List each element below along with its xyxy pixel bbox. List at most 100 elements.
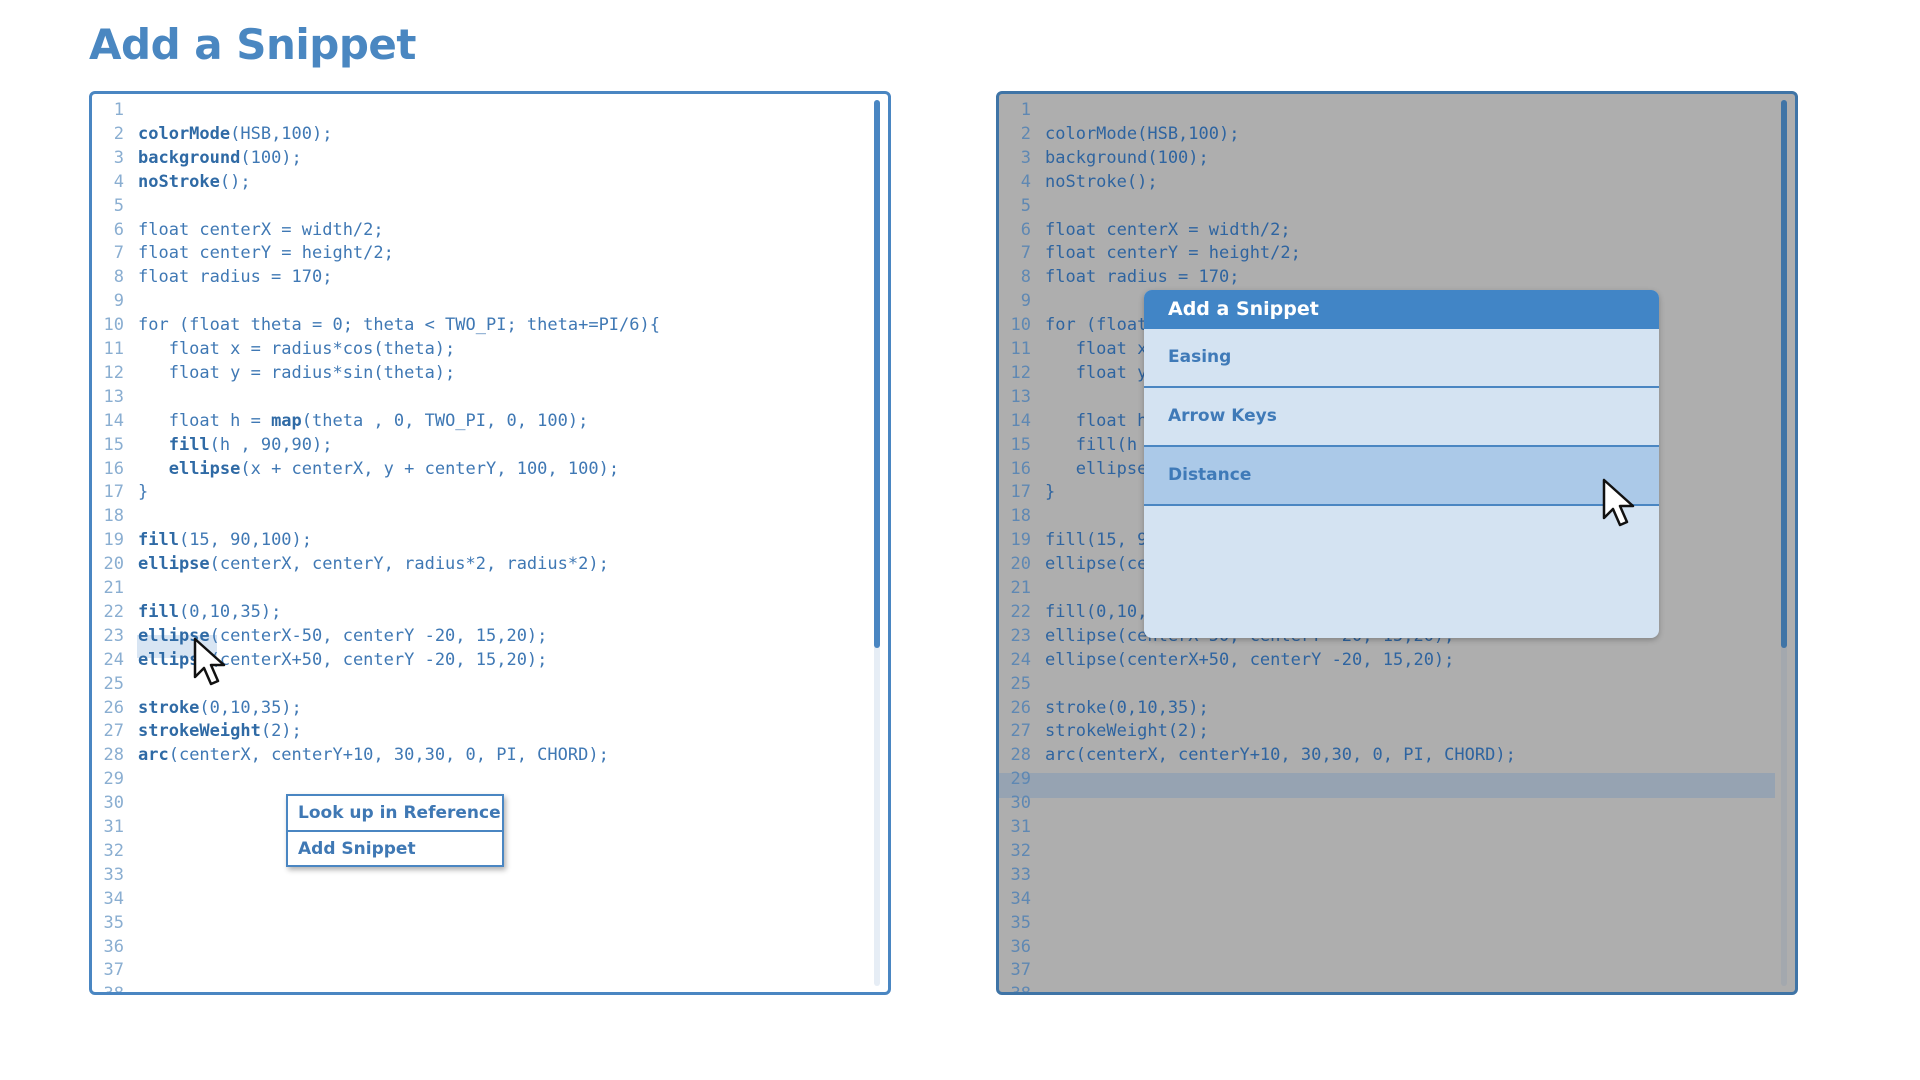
code-text[interactable]: } (138, 480, 148, 504)
line-number: 15 (103, 434, 124, 455)
line-number: 34 (1010, 888, 1031, 909)
code-text[interactable]: float centerX = width/2; (1045, 218, 1291, 242)
code-text[interactable]: arc(centerX, centerY+10, 30,30, 0, PI, C… (1045, 743, 1516, 767)
line-number: 1 (1020, 100, 1031, 120)
line-number: 5 (1020, 195, 1031, 216)
code-text[interactable]: for (float theta = 0; theta < TWO_PI; th… (138, 313, 660, 337)
line-number: 24 (1010, 649, 1031, 670)
code-text[interactable]: fill(0,10,35); (138, 600, 281, 624)
line-number: 30 (1010, 793, 1031, 814)
line-number: 24 (103, 649, 124, 670)
menu-item-add-snippet[interactable]: Add Snippet (288, 830, 502, 865)
line-number: 2 (113, 123, 124, 144)
code-text[interactable]: ellipse(centerX+50, centerY -20, 15,20); (1045, 648, 1454, 672)
code-text[interactable]: float centerY = height/2; (138, 241, 394, 265)
line-number: 14 (1010, 410, 1031, 431)
code-text[interactable]: float centerY = height/2; (1045, 241, 1301, 265)
line-number: 12 (103, 362, 124, 383)
context-menu: Look up in Reference Add Snippet (286, 794, 504, 867)
line-number: 18 (1010, 506, 1031, 527)
line-number: 7 (113, 243, 124, 264)
line-number: 8 (1020, 267, 1031, 288)
menu-item-look-up-reference[interactable]: Look up in Reference (288, 796, 502, 830)
code-text[interactable]: stroke(0,10,35); (1045, 696, 1209, 720)
line-number: 26 (1010, 697, 1031, 718)
line-number: 23 (1010, 625, 1031, 646)
line-number: 11 (1010, 339, 1031, 359)
dialog-title: Add a Snippet (1144, 290, 1659, 329)
line-number: 6 (113, 219, 124, 240)
line-number: 21 (1010, 578, 1031, 598)
code-text[interactable]: float centerX = width/2; (138, 218, 384, 242)
line-number: 28 (1010, 745, 1031, 766)
code-editor-left[interactable]: 1 2 colorMode(HSB,100); 3 background(100); 4 n… (89, 91, 891, 995)
code-text[interactable]: arc(centerX, centerY+10, 30,30, 0, PI, C… (138, 743, 609, 767)
line-number: 33 (1010, 864, 1031, 885)
line-number: 21 (103, 578, 124, 598)
line-number: 17 (103, 482, 124, 503)
snippet-item-easing[interactable]: Easing (1144, 329, 1659, 388)
line-number: 33 (103, 864, 124, 885)
line-number: 14 (103, 410, 124, 431)
scrollbar[interactable] (1781, 100, 1787, 986)
code-text[interactable]: stroke(0,10,35); (138, 696, 302, 720)
code-text[interactable]: fill(h , 90,90); (138, 433, 333, 457)
line-number: 37 (103, 960, 124, 981)
code-text[interactable]: colorMode(HSB,100); (138, 122, 332, 146)
line-number: 25 (1010, 673, 1031, 694)
code-text[interactable]: noStroke(); (138, 170, 251, 194)
scrollbar[interactable] (874, 100, 880, 986)
code-text[interactable]: float h = map(theta , 0, TWO_PI, 0, 100)… (138, 409, 589, 433)
line-number: 28 (103, 745, 124, 766)
code-text[interactable]: ellipse(centerX, centerY, radius*2, radi… (138, 552, 609, 576)
scrollbar-thumb[interactable] (1781, 100, 1787, 648)
line-number: 1 (113, 100, 124, 120)
code-text[interactable]: float y = radius*sin(theta); (138, 361, 456, 385)
snippet-dialog: Add a Snippet Easing Arrow Keys Distance (1144, 290, 1659, 638)
snippet-item-distance[interactable]: Distance (1144, 447, 1659, 506)
line-number: 18 (103, 506, 124, 527)
line-number: 31 (103, 817, 124, 837)
line-number: 15 (1010, 434, 1031, 455)
line-number: 37 (1010, 960, 1031, 981)
line-number: 19 (1010, 530, 1031, 551)
code-text[interactable]: } (1045, 480, 1055, 504)
line-number: 9 (113, 291, 124, 312)
code-text[interactable]: strokeWeight(2); (138, 719, 302, 743)
line-number: 17 (1010, 482, 1031, 503)
line-number: 34 (103, 888, 124, 909)
code-editor-right[interactable]: 1 2 colorMode(HSB,100); 3 background(100); 4 n… (996, 91, 1798, 995)
code-text[interactable]: noStroke(); (1045, 170, 1158, 194)
mouse-pointer-icon (193, 637, 226, 686)
line-number: 27 (103, 721, 124, 742)
line-number: 36 (103, 936, 124, 957)
code-text[interactable]: float radius = 170; (1045, 265, 1239, 289)
code-text[interactable]: fill(15, 90,100); (138, 528, 312, 552)
code-text[interactable]: ellipse(x + centerX, y + centerY, 100, 1… (138, 457, 619, 481)
line-number: 26 (103, 697, 124, 718)
code-text[interactable]: background(100); (138, 146, 302, 170)
line-number: 9 (1020, 291, 1031, 312)
line-number: 2 (1020, 123, 1031, 144)
code-text[interactable]: colorMode(HSB,100); (1045, 122, 1239, 146)
line-number: 29 (103, 769, 124, 790)
line-number: 22 (103, 601, 124, 622)
line-number: 16 (103, 458, 124, 479)
line-number: 36 (1010, 936, 1031, 957)
code-text[interactable]: strokeWeight(2); (1045, 719, 1209, 743)
line-number: 13 (103, 386, 124, 407)
scrollbar-thumb[interactable] (874, 100, 880, 648)
code-text[interactable]: background(100); (1045, 146, 1209, 170)
line-number: 23 (103, 625, 124, 646)
line-number: 12 (1010, 362, 1031, 383)
line-number: 4 (1020, 171, 1031, 192)
line-number: 20 (1010, 554, 1031, 575)
line-number: 22 (1010, 601, 1031, 622)
code-text[interactable]: float radius = 170; (138, 265, 332, 289)
line-number: 25 (103, 673, 124, 694)
snippet-item-arrow-keys[interactable]: Arrow Keys (1144, 388, 1659, 447)
line-number: 6 (1020, 219, 1031, 240)
code-text[interactable]: float x = radius*cos(theta); (138, 337, 456, 361)
line-number: 32 (103, 840, 124, 861)
line-number: 8 (113, 267, 124, 288)
